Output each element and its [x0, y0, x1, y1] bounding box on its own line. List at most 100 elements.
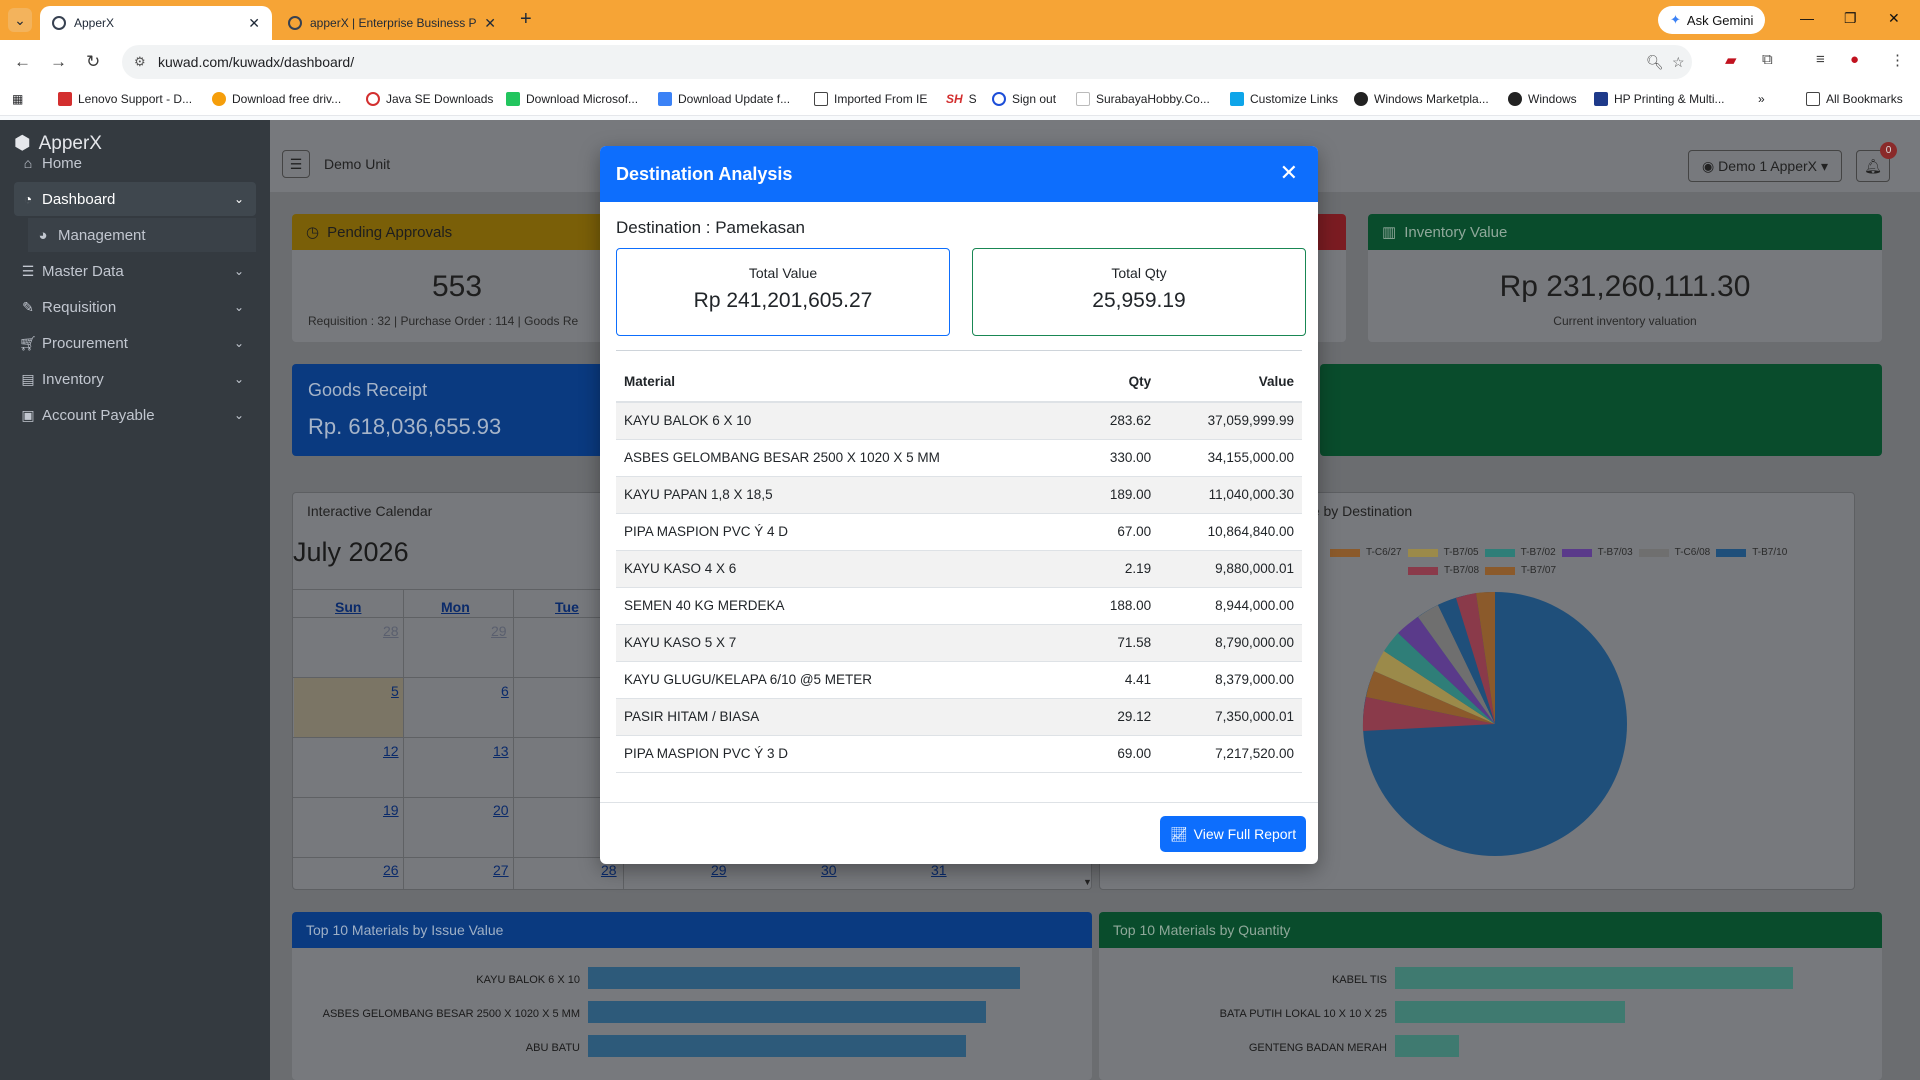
bookmark-item[interactable]: Download Microsof...: [506, 92, 638, 106]
calendar-day[interactable]: 28: [383, 623, 399, 639]
bookmark-star-icon[interactable]: ☆: [1672, 54, 1685, 71]
calendar-day[interactable]: 29: [491, 623, 507, 639]
tab-close-icon[interactable]: ✕: [248, 15, 260, 32]
calendar-day[interactable]: 27: [493, 862, 509, 878]
reload-icon[interactable]: ↻: [86, 52, 100, 72]
microsoft-icon: [658, 92, 672, 106]
calendar-day[interactable]: 26: [383, 862, 399, 878]
hp-icon: [1594, 92, 1608, 106]
goods-receipt-title: Goods Receipt: [308, 380, 428, 400]
bookmark-label: Sign out: [1012, 92, 1057, 106]
sidebar-item-home[interactable]: ⌂ Home: [14, 146, 256, 180]
sidebar-item-dashboard[interactable]: ◔ Dashboard ⌄: [14, 182, 256, 216]
all-bookmarks-folder[interactable]: All Bookmarks: [1806, 92, 1903, 106]
sidebar-item-master-data[interactable]: ☰ Master Data ⌄: [14, 254, 256, 288]
calendar-day[interactable]: 31: [931, 862, 947, 878]
browser-tab[interactable]: apperX | Enterprise Business Pla ✕: [276, 6, 508, 40]
sidebar-item-account-payable[interactable]: ▣ Account Payable ⌄: [14, 398, 256, 432]
ask-gemini-button[interactable]: ✦ Ask Gemini: [1658, 6, 1766, 34]
modal-close-icon[interactable]: ✕: [1280, 160, 1298, 186]
site-info-icon[interactable]: ⚙: [134, 54, 146, 70]
sidebar-item-procurement[interactable]: 🛒︎ Procurement ⌄: [14, 326, 256, 360]
bookmark-item[interactable]: SurabayaHobby.Co...: [1076, 92, 1210, 106]
bookmark-item[interactable]: Customize Links: [1230, 92, 1338, 106]
issue-value-card: Top 10 Materials by Issue Value KAYU BAL…: [292, 912, 1092, 1080]
total-qty-box: Total Qty 25,959.19: [972, 248, 1306, 336]
calendar-day[interactable]: 6: [501, 683, 509, 699]
browser-menu-icon[interactable]: ⋮: [1890, 51, 1905, 69]
scroll-down-arrow-icon[interactable]: ▼: [1083, 877, 1092, 887]
legend-label: T-C6/27: [1366, 547, 1402, 558]
calendar-dow: Sun: [335, 599, 362, 615]
restore-icon[interactable]: ❐: [1844, 10, 1857, 27]
sidebar-item-label: Master Data: [42, 262, 124, 280]
sidebar-item-management[interactable]: ◕ Management: [28, 218, 256, 252]
calendar-day[interactable]: 19: [383, 802, 399, 818]
folder-icon: [1806, 92, 1820, 106]
bookmark-item[interactable]: Java SE Downloads: [366, 92, 493, 106]
close-window-icon[interactable]: ✕: [1888, 10, 1900, 27]
sidebar-item-inventory[interactable]: ▤ Inventory ⌄: [14, 362, 256, 396]
modal-header: Destination Analysis ✕: [600, 146, 1318, 202]
calendar-day[interactable]: 5: [391, 683, 399, 699]
back-icon[interactable]: ←: [14, 52, 31, 72]
tab-close-icon[interactable]: ✕: [484, 15, 496, 32]
minimize-icon[interactable]: —: [1800, 10, 1814, 26]
bookmark-label: Download Update f...: [678, 92, 791, 106]
home-icon: ⌂: [23, 155, 33, 171]
bar: [588, 1035, 966, 1057]
user-circle-icon: ◉: [1701, 157, 1715, 174]
bookmark-item[interactable]: Windows Marketpla...: [1354, 92, 1489, 106]
apps-icon[interactable]: ▦: [12, 92, 23, 106]
calendar-day[interactable]: 13: [493, 743, 509, 759]
zoom-icon[interactable]: 🔍︎: [1646, 54, 1664, 71]
calendar-grid-line: [513, 589, 514, 889]
user-dropdown-button[interactable]: ◉ Demo 1 ApperX ▾: [1688, 150, 1842, 182]
bookmarks-overflow-icon[interactable]: »: [1758, 92, 1765, 106]
new-tab-button[interactable]: +: [520, 8, 532, 31]
browser-tab-active[interactable]: ApperX ✕: [40, 6, 272, 40]
bookmark-item[interactable]: Download Update f...: [658, 92, 790, 106]
extensions-icon[interactable]: ⧉: [1762, 51, 1773, 68]
value-cell: 7,350,000.01: [1159, 698, 1302, 736]
menu-toggle-button[interactable]: ☰: [282, 150, 310, 178]
bookmark-item[interactable]: Windows: [1508, 92, 1577, 106]
money-icon: ▣: [21, 406, 35, 423]
bar-label: BATA PUTIH LOKAL 10 X 10 X 25: [1219, 1008, 1387, 1020]
total-qty-label: Total Qty: [1111, 265, 1167, 281]
table-row: KAYU BALOK 6 X 10 283.62 37,059,999.99: [616, 402, 1302, 440]
media-icon[interactable]: ≡: [1816, 51, 1825, 68]
globe-icon: [1508, 92, 1522, 106]
sidebar-item-label: Home: [42, 154, 83, 172]
bookmark-item[interactable]: HP Printing & Multi...: [1594, 92, 1724, 106]
table-row: PASIR HITAM / BIASA 29.12 7,350,000.01: [616, 698, 1302, 736]
tab-search-dropdown[interactable]: ⌄: [8, 8, 32, 32]
bookmark-item[interactable]: Lenovo Support - D...: [58, 92, 192, 106]
bookmark-item[interactable]: SH S: [946, 92, 977, 106]
calendar-day[interactable]: 29: [711, 862, 727, 878]
sidebar: ⬢ ApperX ⌂ Home ◔ Dashboard ⌄ ◕ Manageme…: [0, 120, 270, 1080]
divider: [616, 350, 1302, 351]
address-bar[interactable]: ⚙ kuwad.com/kuwadx/dashboard/ 🔍︎ ☆: [122, 45, 1692, 79]
column-header-value: Value: [1159, 362, 1302, 403]
calendar-day[interactable]: 28: [601, 862, 617, 878]
legend-swatch: [1407, 548, 1438, 557]
chevron-down-icon: ⌄: [233, 264, 244, 278]
view-full-report-button[interactable]: 📈︎ View Full Report: [1160, 816, 1306, 852]
bookmark-item[interactable]: Sign out: [992, 92, 1056, 106]
profile-icon[interactable]: ●: [1850, 51, 1859, 68]
card-header: ◷ Pending Approvals: [292, 214, 622, 250]
calendar-day[interactable]: 20: [493, 802, 509, 818]
bookmark-label: All Bookmarks: [1826, 92, 1903, 106]
bookmark-item[interactable]: Download free driv...: [212, 92, 341, 106]
caret-down-icon: ▾: [1821, 157, 1829, 174]
database-icon: ☰: [21, 262, 35, 279]
bookmark-folder[interactable]: Imported From IE: [814, 92, 927, 106]
qty-cell: 2.19: [1079, 550, 1160, 588]
calendar-day[interactable]: 12: [383, 743, 399, 759]
goods-receipt-card[interactable]: Goods Receipt Rp. 618,036,655.93: [292, 364, 622, 456]
forward-icon[interactable]: →: [50, 52, 67, 72]
calendar-day[interactable]: 30: [821, 862, 837, 878]
pdf-extension-icon[interactable]: ▰: [1725, 51, 1737, 69]
sidebar-item-requisition[interactable]: ✎ Requisition ⌄: [14, 290, 256, 324]
